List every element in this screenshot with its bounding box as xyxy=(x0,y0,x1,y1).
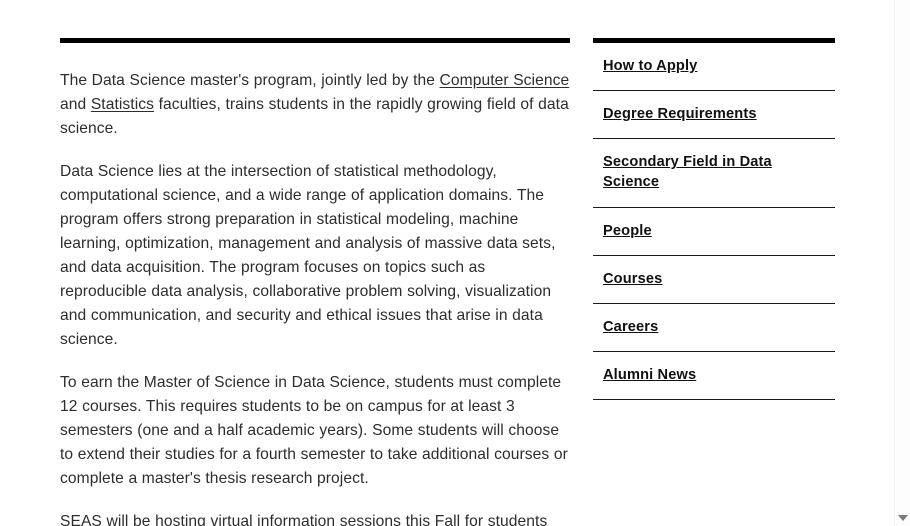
article-content: The Data Science master's program, joint… xyxy=(60,38,570,526)
paragraph-intro: The Data Science master's program, joint… xyxy=(60,69,570,141)
sidebar-item-people[interactable]: People xyxy=(593,208,835,256)
page-scrollbar[interactable] xyxy=(894,0,910,526)
paragraph-requirements: To earn the Master of Science in Data Sc… xyxy=(60,371,570,491)
sidebar-item-degree-requirements[interactable]: Degree Requirements xyxy=(593,91,835,139)
article-paragraphs: The Data Science master's program, joint… xyxy=(60,69,570,526)
paragraph-intersection: Data Science lies at the intersection of… xyxy=(60,160,570,352)
sidebar-item-how-to-apply[interactable]: How to Apply xyxy=(593,43,835,91)
sidebar-item-alumni-news[interactable]: Alumni News xyxy=(593,352,835,400)
paragraph-text: To earn the Master of Science in Data Sc… xyxy=(60,374,568,487)
paragraph-text: The Data Science master's program, joint… xyxy=(60,72,440,89)
paragraph-text: and xyxy=(60,96,91,113)
inline-link[interactable]: Computer Science xyxy=(440,72,570,89)
paragraph-text: SEAS will be hosting virtual information… xyxy=(60,513,548,526)
sidebar-item-secondary-field-in-data-science[interactable]: Secondary Field in Data Science xyxy=(593,139,835,208)
sidebar-item-courses[interactable]: Courses xyxy=(593,256,835,304)
sidebar-items: How to Apply Degree Requirements Secondary… xyxy=(593,43,835,400)
content-top-rule xyxy=(60,38,570,43)
chevron-down-icon[interactable] xyxy=(897,515,908,521)
section-navigation: How to Apply Degree Requirements Secondary… xyxy=(593,38,835,400)
sidebar-item-careers[interactable]: Careers xyxy=(593,304,835,352)
page-root: The Data Science master's program, joint… xyxy=(0,0,895,526)
inline-link[interactable]: Statistics xyxy=(91,96,154,113)
paragraph-info-sessions: SEAS will be hosting virtual information… xyxy=(60,510,570,526)
paragraph-text: Data Science lies at the intersection of… xyxy=(60,163,556,348)
